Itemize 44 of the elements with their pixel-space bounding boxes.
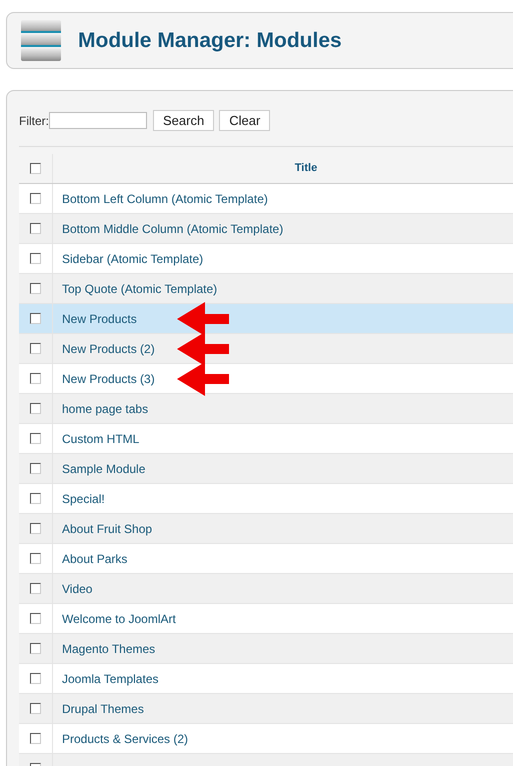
module-link[interactable]: Welcome to JoomlArt [62, 610, 176, 628]
module-link[interactable]: Products & Services (2) [62, 730, 188, 748]
checkbox[interactable] [30, 733, 41, 744]
module-link[interactable]: About Fruit Shop [62, 520, 152, 538]
checkbox[interactable] [30, 253, 41, 264]
checkbox[interactable] [30, 493, 41, 504]
checkbox[interactable] [30, 313, 41, 324]
checkbox[interactable] [30, 403, 41, 414]
checkbox[interactable] [30, 523, 41, 534]
checkbox[interactable] [30, 223, 41, 234]
module-link[interactable]: Custom HTML [62, 430, 140, 448]
checkbox[interactable] [30, 583, 41, 594]
checkbox[interactable] [30, 673, 41, 684]
checkbox[interactable] [30, 703, 41, 714]
checkbox[interactable] [30, 553, 41, 564]
page-title: Module Manager: Modules [78, 28, 342, 54]
checkbox[interactable] [30, 163, 41, 174]
checkbox[interactable] [30, 613, 41, 624]
checkbox[interactable] [30, 193, 41, 204]
checkbox[interactable] [30, 373, 41, 384]
module-link[interactable]: Magento Themes [62, 640, 156, 658]
filter-field[interactable] [49, 112, 147, 129]
module-link[interactable]: Special! [62, 490, 105, 508]
checkbox[interactable] [30, 343, 41, 354]
module-link[interactable]: Sidebar (Atomic Template) [62, 250, 204, 268]
module-link[interactable]: Joomla Templates [62, 670, 158, 688]
module-link[interactable]: New Products (2) [62, 340, 155, 358]
module-link[interactable]: About Parks [62, 550, 128, 568]
checkbox[interactable] [30, 433, 41, 444]
checkbox[interactable] [30, 283, 41, 294]
module-link[interactable]: home page tabs [62, 400, 148, 418]
module-stack-icon [21, 20, 61, 62]
filter-label: Filter: [19, 112, 49, 130]
module-link[interactable]: New Products [62, 310, 137, 328]
module-link[interactable]: New Products (3) [62, 370, 155, 388]
checkbox[interactable] [30, 463, 41, 474]
module-link[interactable]: Top Quote (Atomic Template) [62, 280, 218, 298]
module-link[interactable]: Sample Module [62, 460, 146, 478]
filter-button[interactable]: Search [153, 110, 214, 131]
checkbox[interactable] [30, 643, 41, 654]
module-link[interactable]: Drupal Themes [62, 700, 144, 718]
module-link[interactable]: Video [62, 580, 92, 598]
column-header[interactable]: Title [53, 160, 513, 177]
filter-button[interactable]: Clear [219, 110, 270, 131]
